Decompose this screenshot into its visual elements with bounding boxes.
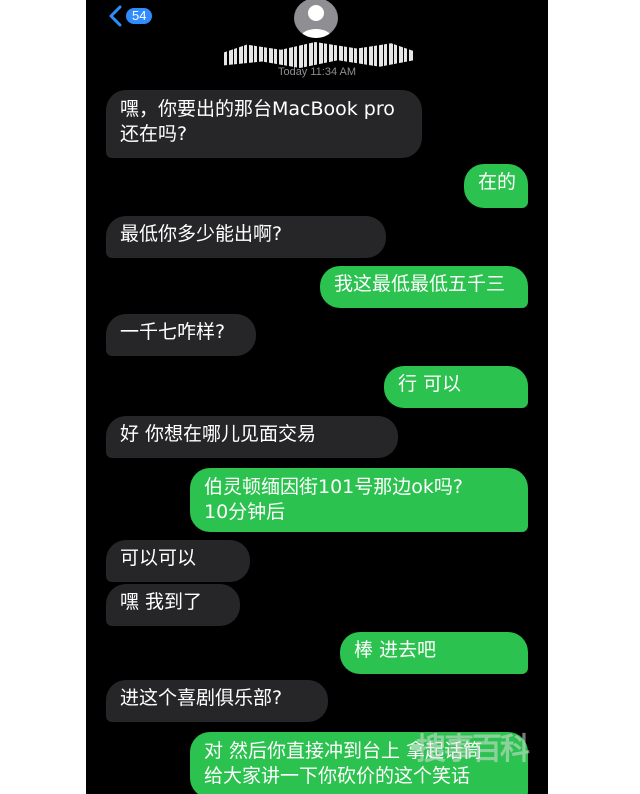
incoming-message-bubble[interactable]: 进这个喜剧俱乐部? [106, 680, 328, 722]
person-silhouette-icon [300, 5, 332, 38]
outgoing-message-bubble[interactable]: 我这最低最低五千三 [320, 266, 528, 308]
outgoing-message-bubble[interactable]: 伯灵顿缅因街101号那边ok吗? 10分钟后 [190, 468, 528, 532]
outgoing-message-bubble[interactable]: 行 可以 [384, 366, 528, 408]
incoming-message-bubble[interactable]: 嘿，你要出的那台MacBook pro 还在吗? [106, 90, 422, 158]
contact-name-redacted [224, 42, 414, 68]
watermark-logo: 搜事百科 [416, 732, 530, 767]
outgoing-message-bubble[interactable]: 在的 [464, 164, 528, 208]
incoming-message-bubble[interactable]: 好 你想在哪儿见面交易 [106, 416, 398, 458]
conversation-timestamp: Today 11:34 AM [277, 66, 357, 78]
chevron-left-icon [109, 5, 122, 27]
incoming-message-bubble[interactable]: 可以可以 [106, 540, 250, 582]
incoming-message-bubble[interactable]: 嘿 我到了 [106, 584, 240, 626]
incoming-message-bubble[interactable]: 最低你多少能出啊? [106, 216, 386, 258]
contact-avatar[interactable] [294, 0, 338, 38]
outgoing-message-bubble[interactable]: 棒 进去吧 [340, 632, 528, 674]
incoming-message-bubble[interactable]: 一千七咋样? [106, 314, 256, 356]
messages-screen: 54 Today 11:34 AM 嘿，你要出的那台MacBook pro 还在… [86, 0, 548, 794]
back-button[interactable]: 54 [108, 4, 153, 28]
unread-count-badge: 54 [126, 8, 153, 24]
